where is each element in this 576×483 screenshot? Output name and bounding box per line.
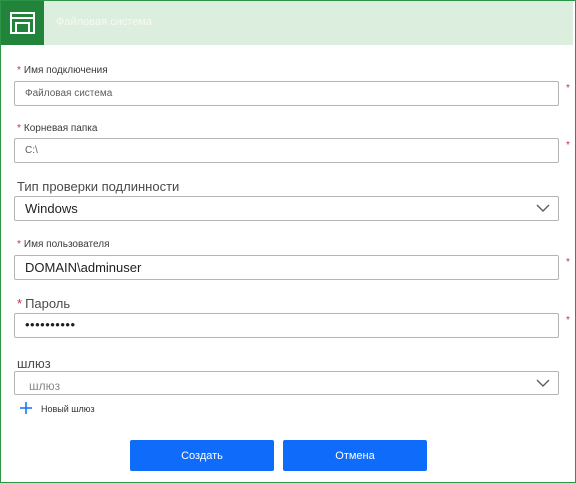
username-input[interactable]: DOMAIN\adminuser [14,255,559,280]
connection-name-label: * Имя подключения [17,65,108,76]
password-label-text: Пароль [25,296,71,311]
root-folder-label-text: Корневая папка [23,123,98,134]
create-button[interactable]: Создать [130,440,274,471]
auth-type-label: Тип проверки подлинности [17,179,180,194]
required-mark: * [566,83,570,94]
required-mark: * [566,257,570,268]
gateway-select[interactable]: шлюз [14,371,559,395]
gateway-placeholder: шлюз [29,379,61,393]
username-value: DOMAIN\adminuser [25,260,142,275]
password-value: •••••••••• [25,317,76,332]
password-input[interactable]: •••••••••• [14,313,559,338]
connection-name-label-text: Имя подключения [23,65,108,76]
required-mark: * [17,239,21,250]
dialog-header: Файловая система [1,1,573,45]
required-mark: * [566,315,570,326]
connection-name-value: Файловая система [25,88,113,99]
password-label: * Пароль [17,296,70,311]
root-folder-label: * Корневая папка [17,123,97,134]
connection-name-input[interactable]: Файловая система [14,81,559,106]
gateway-label: шлюз [17,356,51,371]
auth-type-select[interactable]: Windows [14,196,559,221]
root-folder-value: C:\ [25,145,38,156]
chevron-down-icon [536,379,550,387]
folder-window-icon [10,12,35,34]
header-title: Файловая система [56,16,152,28]
required-mark: * [17,296,23,311]
chevron-down-icon [536,204,550,212]
required-mark: * [17,65,21,76]
username-label-text: Имя пользователя [23,239,110,250]
cancel-button[interactable]: Отмена [283,440,427,471]
connector-logo [1,1,44,45]
root-folder-input[interactable]: C:\ [14,138,559,163]
required-mark: * [566,140,570,151]
username-label: * Имя пользователя [17,239,110,250]
plus-icon [20,402,32,414]
new-gateway-label: Новый шлюз [41,404,95,414]
required-mark: * [17,123,21,134]
auth-type-value: Windows [25,201,78,216]
